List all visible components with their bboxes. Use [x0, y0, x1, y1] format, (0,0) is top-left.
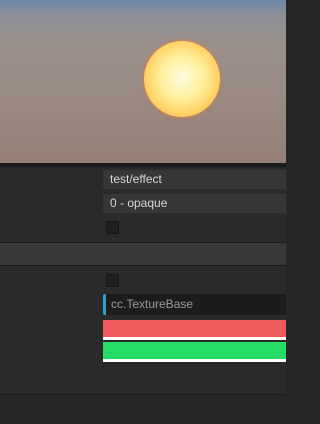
color-alpha-bar — [103, 337, 286, 340]
color-swatch-1[interactable] — [103, 320, 286, 340]
technique-select[interactable]: 0 - opaque — [103, 194, 286, 213]
property-checkbox-1[interactable] — [106, 221, 119, 234]
pass-header[interactable] — [0, 243, 286, 265]
effect-field[interactable]: test/effect — [103, 170, 286, 189]
material-inspector: test/effect 0 - opaque cc.TextureBase — [0, 0, 286, 424]
property-checkbox-2[interactable] — [106, 274, 119, 287]
material-preview[interactable] — [0, 0, 286, 163]
color-alpha-bar — [103, 359, 286, 362]
texture-asset-placeholder: cc.TextureBase — [111, 297, 194, 311]
footer-area — [0, 395, 286, 424]
preview-sphere — [144, 41, 220, 117]
color-swatch-2[interactable] — [103, 342, 286, 362]
texture-asset-field[interactable]: cc.TextureBase — [103, 294, 286, 315]
